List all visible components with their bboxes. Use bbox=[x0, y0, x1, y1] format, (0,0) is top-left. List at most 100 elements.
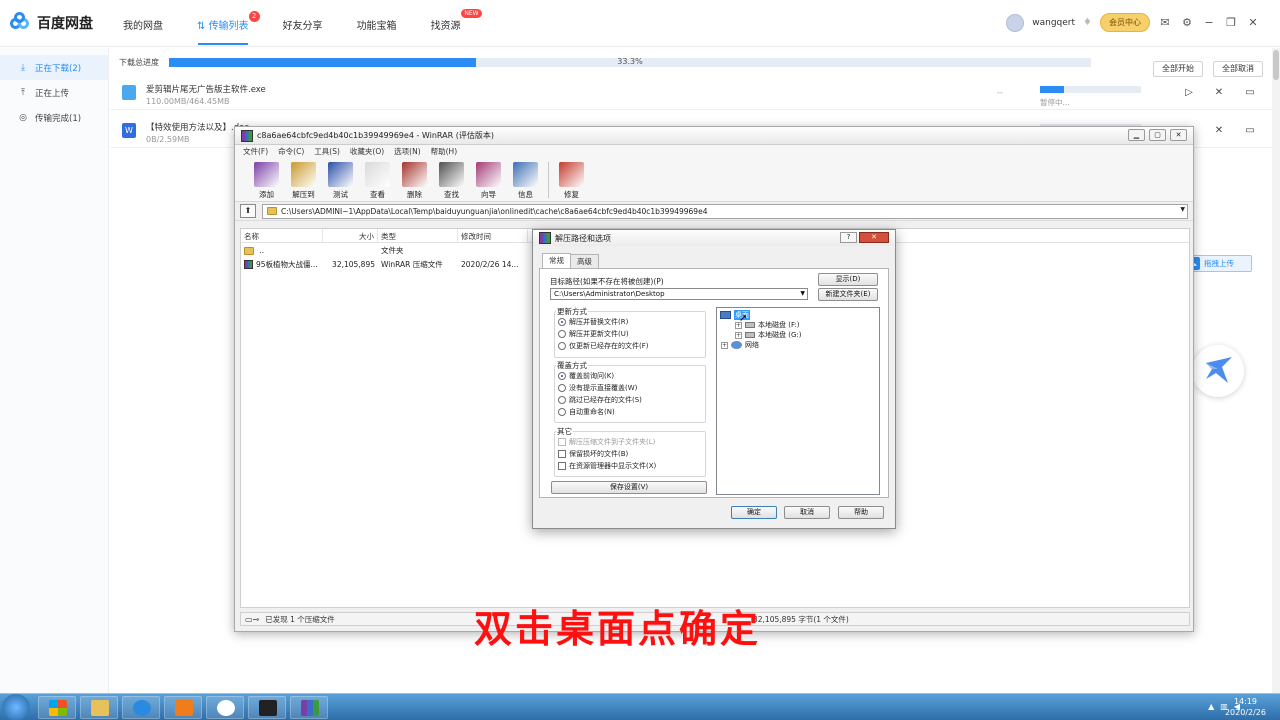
tree-item-drive-g[interactable]: + 本地磁盘 (G:) bbox=[735, 330, 801, 340]
expand-icon[interactable]: + bbox=[735, 331, 742, 339]
avatar[interactable] bbox=[1006, 13, 1025, 32]
tray-arrow-icon[interactable]: ▲ bbox=[1208, 702, 1214, 711]
expand-icon[interactable]: + bbox=[721, 341, 728, 349]
chevron-down-icon[interactable]: ▼ bbox=[800, 289, 805, 299]
option-auto-rename[interactable]: 自动重命名(N) bbox=[558, 407, 615, 417]
option-ask-before-overwrite[interactable]: 覆盖前询问(K) bbox=[558, 371, 614, 381]
info-button[interactable]: 信息 bbox=[507, 162, 544, 200]
menu-favorites[interactable]: 收藏夹(O) bbox=[350, 146, 384, 157]
taskbar-app-windows[interactable] bbox=[38, 696, 76, 719]
close-icon[interactable]: ✕ bbox=[1170, 129, 1187, 141]
repair-button[interactable]: 修复 bbox=[553, 162, 590, 200]
menu-help[interactable]: 帮助(H) bbox=[431, 146, 458, 157]
nav-toolbox[interactable]: 功能宝箱 bbox=[350, 14, 404, 35]
mail-icon[interactable]: ✉ bbox=[1158, 16, 1172, 30]
app-logo[interactable]: 百度网盘 bbox=[10, 12, 93, 34]
baidu-netdisk-icon bbox=[217, 700, 235, 716]
total-progress-label: 下载总进度 bbox=[119, 58, 159, 67]
save-settings-button[interactable]: 保存设置(V) bbox=[551, 481, 707, 494]
show-button[interactable]: 显示(D) bbox=[818, 273, 878, 286]
sidebar-item-uploading[interactable]: ⤒ 正在上传 bbox=[0, 80, 108, 105]
menu-command[interactable]: 命令(C) bbox=[278, 146, 304, 157]
download-icon: ⤓ bbox=[21, 62, 25, 73]
update-mode-title: 更新方式 bbox=[556, 306, 588, 317]
column-name[interactable]: 名称 bbox=[241, 229, 323, 242]
option-update-existing[interactable]: 仅更新已经存在的文件(F) bbox=[558, 341, 649, 351]
open-folder-icon[interactable]: ▭ bbox=[1244, 87, 1256, 98]
help-icon[interactable]: ? bbox=[840, 232, 857, 243]
help-button[interactable]: 帮助 bbox=[838, 506, 884, 519]
option-show-in-explorer[interactable]: 在资源管理器中显示文件(X) bbox=[558, 461, 656, 471]
minimize-icon[interactable]: ▁ bbox=[1128, 129, 1145, 141]
vip-center-button[interactable]: 会员中心 bbox=[1100, 13, 1150, 32]
tab-advanced[interactable]: 高级 bbox=[570, 254, 599, 269]
nav-find-resources[interactable]: 找资源 NEW bbox=[424, 9, 482, 35]
user-name[interactable]: wangqert bbox=[1032, 18, 1075, 28]
wizard-button[interactable]: 向导 bbox=[470, 162, 507, 200]
path-field[interactable]: C:\Users\ADMINI~1\AppData\Local\Temp\bai… bbox=[262, 203, 1188, 219]
option-extract-update[interactable]: 解压并更新文件(U) bbox=[558, 329, 629, 339]
add-button[interactable]: 添加 bbox=[248, 162, 285, 200]
nav-transfer-list[interactable]: ⇅ 传输列表 2 bbox=[190, 11, 260, 45]
delete-button[interactable]: 删除 bbox=[396, 162, 433, 200]
maximize-icon[interactable]: ❐ bbox=[1224, 16, 1238, 30]
option-overwrite-without-prompt[interactable]: 没有提示直接覆盖(W) bbox=[558, 383, 637, 393]
other-options-title: 其它 bbox=[556, 426, 573, 437]
new-folder-button[interactable]: 新建文件夹(E) bbox=[818, 288, 878, 301]
nav-friend-share[interactable]: 好友分享 bbox=[276, 14, 330, 35]
nav-my-disk[interactable]: 我的网盘 bbox=[116, 14, 170, 35]
target-path-input[interactable]: C:\Users\Administrator\Desktop ▼ bbox=[550, 288, 808, 300]
view-button[interactable]: 查看 bbox=[359, 162, 396, 200]
sidebar-item-downloading[interactable]: ⤓ 正在下载(2) bbox=[0, 55, 108, 80]
taskbar: ▲ ▥ ◀ 14:19 2020/2/26 bbox=[0, 693, 1280, 720]
taskbar-app-winrar[interactable] bbox=[290, 696, 328, 719]
column-type[interactable]: 类型 bbox=[378, 229, 458, 242]
taskbar-app-baidu[interactable] bbox=[206, 696, 244, 719]
close-icon[interactable]: ✕ bbox=[1246, 16, 1260, 30]
chevron-down-icon[interactable]: ▼ bbox=[1180, 206, 1185, 213]
tree-item-network[interactable]: + 网络 bbox=[721, 340, 759, 350]
list-item[interactable]: 爱剪辑片尾无广告版主软件.exe 110.00MB/464.45MB -- 暂停… bbox=[110, 76, 1280, 110]
up-folder-button[interactable]: ⬆ bbox=[240, 204, 256, 218]
option-extract-to-subfolders[interactable]: 解压压缩文件到子文件夹(L) bbox=[558, 437, 655, 447]
start-button[interactable] bbox=[2, 694, 30, 720]
winrar-titlebar[interactable]: c8a6ae64cbfc9ed4b40c1b39949969e4 - WinRA… bbox=[235, 127, 1193, 145]
file-progress-fill bbox=[1040, 86, 1065, 93]
column-modified[interactable]: 修改时间 bbox=[458, 229, 528, 242]
extract-to-button[interactable]: 解压到 bbox=[285, 162, 322, 200]
menu-file[interactable]: 文件(F) bbox=[243, 146, 268, 157]
column-size[interactable]: 大小 bbox=[323, 229, 378, 242]
find-button[interactable]: 查找 bbox=[433, 162, 470, 200]
option-extract-replace[interactable]: 解压并替换文件(R) bbox=[558, 317, 628, 327]
assistant-bird-icon[interactable] bbox=[1192, 345, 1244, 397]
scrollbar[interactable] bbox=[1272, 48, 1280, 693]
cancel-all-button[interactable]: 全部取消 bbox=[1213, 61, 1263, 77]
taskbar-app-media[interactable] bbox=[164, 696, 202, 719]
remove-icon[interactable]: ✕ bbox=[1213, 125, 1225, 136]
start-all-button[interactable]: 全部开始 bbox=[1153, 61, 1203, 77]
folder-tree[interactable]: 桌面 + 本地磁盘 (F:) + 本地磁盘 (G:) + 网络 ➚ bbox=[716, 307, 880, 495]
cancel-button[interactable]: 取消 bbox=[784, 506, 830, 519]
remove-icon[interactable]: ✕ bbox=[1213, 87, 1225, 98]
close-icon[interactable]: ✕ bbox=[859, 232, 889, 243]
clock[interactable]: 14:19 2020/2/26 bbox=[1225, 696, 1266, 718]
taskbar-app-ie[interactable] bbox=[122, 696, 160, 719]
maximize-icon[interactable]: ▢ bbox=[1149, 129, 1166, 141]
ok-button[interactable]: 确定 bbox=[731, 506, 777, 519]
dialog-titlebar[interactable]: 解压路径和选项 ? ✕ bbox=[533, 230, 895, 246]
option-keep-broken-files[interactable]: 保留损坏的文件(B) bbox=[558, 449, 628, 459]
test-button[interactable]: 测试 bbox=[322, 162, 359, 200]
open-folder-icon[interactable]: ▭ bbox=[1244, 125, 1256, 136]
option-skip-existing[interactable]: 跳过已经存在的文件(S) bbox=[558, 395, 642, 405]
settings-icon[interactable]: ⚙ bbox=[1180, 16, 1194, 30]
tab-general[interactable]: 常规 bbox=[542, 253, 571, 268]
play-icon[interactable]: ▷ bbox=[1183, 87, 1195, 98]
repair-kit-icon bbox=[559, 162, 584, 187]
taskbar-app-recorder[interactable] bbox=[248, 696, 286, 719]
vip-diamond-icon: ♦ bbox=[1083, 17, 1092, 28]
menu-options[interactable]: 选项(N) bbox=[394, 146, 420, 157]
menu-tools[interactable]: 工具(S) bbox=[314, 146, 340, 157]
minimize-icon[interactable]: − bbox=[1202, 16, 1216, 30]
sidebar-item-completed[interactable]: ◎ 传输完成(1) bbox=[0, 105, 108, 130]
taskbar-app-explorer[interactable] bbox=[80, 696, 118, 719]
